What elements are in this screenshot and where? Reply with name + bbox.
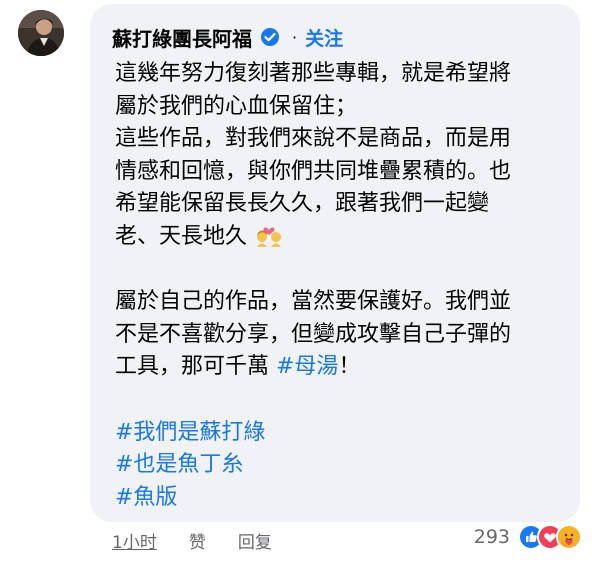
hashtag-link[interactable]: #母湯: [276, 354, 338, 379]
comment-line-text: 老、天長地久: [115, 223, 248, 249]
comment-line: 情感和回憶，與你們共同堆疊累積的。也: [115, 158, 512, 184]
author-avatar[interactable]: [18, 10, 64, 56]
verified-badge-icon: [260, 27, 280, 47]
comment-body: 這幾年努力復刻著那些專輯，就是希望將 屬於我們的心血保留住； 這些作品，對我們來…: [115, 58, 573, 514]
like-button[interactable]: 赞: [189, 528, 206, 553]
reply-button[interactable]: 回复: [238, 528, 272, 553]
couple-with-heart-emoji: [254, 223, 284, 258]
comment-actions: 1小时 赞 回复: [112, 528, 272, 553]
comment-line-text: 工具，那可千萬: [115, 354, 276, 380]
comment-line: 工具，那可千萬 #母湯！: [115, 351, 573, 384]
care-reaction-icon: [556, 524, 582, 550]
comment-line: 屬於自己的作品，當然要保護好。我們並: [115, 289, 512, 315]
comment-punctuation: ！: [338, 354, 361, 380]
timestamp-link[interactable]: 1小时: [112, 528, 157, 553]
comment-line: 這幾年努力復刻著那些專輯，就是希望將: [115, 61, 512, 86]
author-name[interactable]: 蘇打綠團長阿福: [112, 23, 252, 52]
follow-button[interactable]: 关注: [305, 24, 343, 51]
hashtag-link[interactable]: #魚版: [115, 482, 573, 515]
comment-line: 不是不喜歡分享，但變成攻擊自己子彈的: [115, 321, 512, 347]
separator-dot: ·: [292, 27, 298, 47]
reactions-summary[interactable]: 293: [474, 524, 582, 550]
comment-header: 蘇打綠團長阿福 · 关注: [112, 22, 343, 52]
hashtag-link[interactable]: #也是魚丁糸: [115, 449, 573, 482]
hashtag-link[interactable]: #我們是蘇打綠: [115, 417, 573, 450]
comment-line: 屬於我們的心血保留住；: [115, 93, 358, 119]
comment-line: 這些作品，對我們來說不是商品，而是用: [115, 126, 512, 152]
comment-line: 希望能保留長長久久，跟著我們一起變: [115, 191, 490, 217]
reaction-icons: [518, 524, 582, 550]
comment-line: 老、天長地久: [115, 221, 573, 254]
reaction-count: 293: [473, 526, 510, 548]
